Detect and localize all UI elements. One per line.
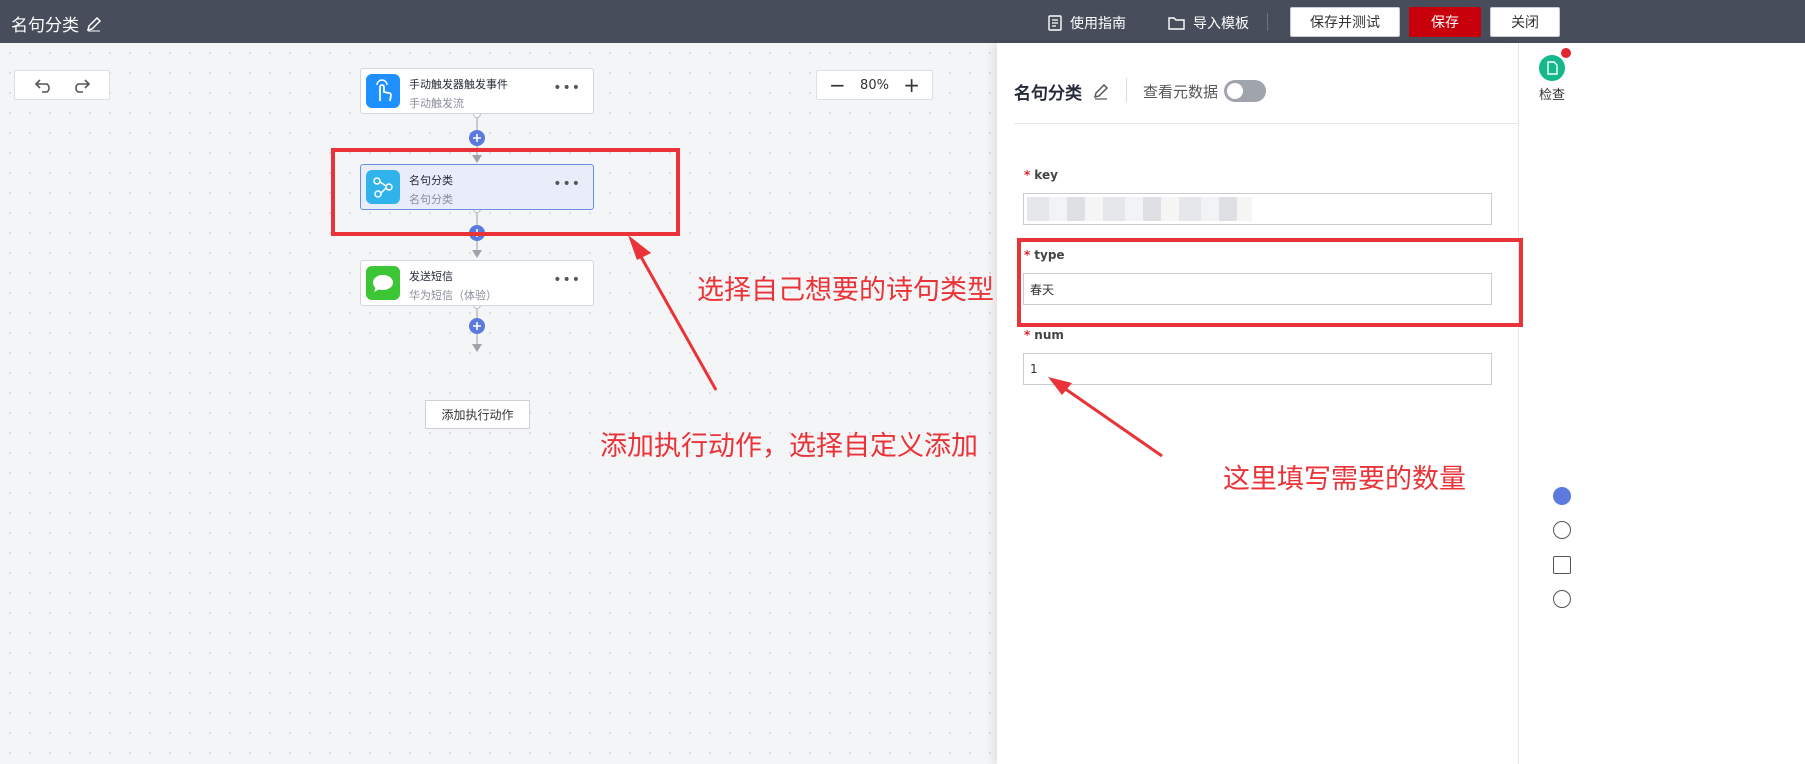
annotation-num-note: 这里填写需要的数量 bbox=[1223, 464, 1466, 495]
annotation-action-note: 添加执行动作，选择自定义添加 bbox=[600, 431, 978, 462]
annotation-arrows bbox=[628, 235, 1163, 458]
annotation-type-note: 选择自己想要的诗句类型 bbox=[697, 275, 994, 306]
